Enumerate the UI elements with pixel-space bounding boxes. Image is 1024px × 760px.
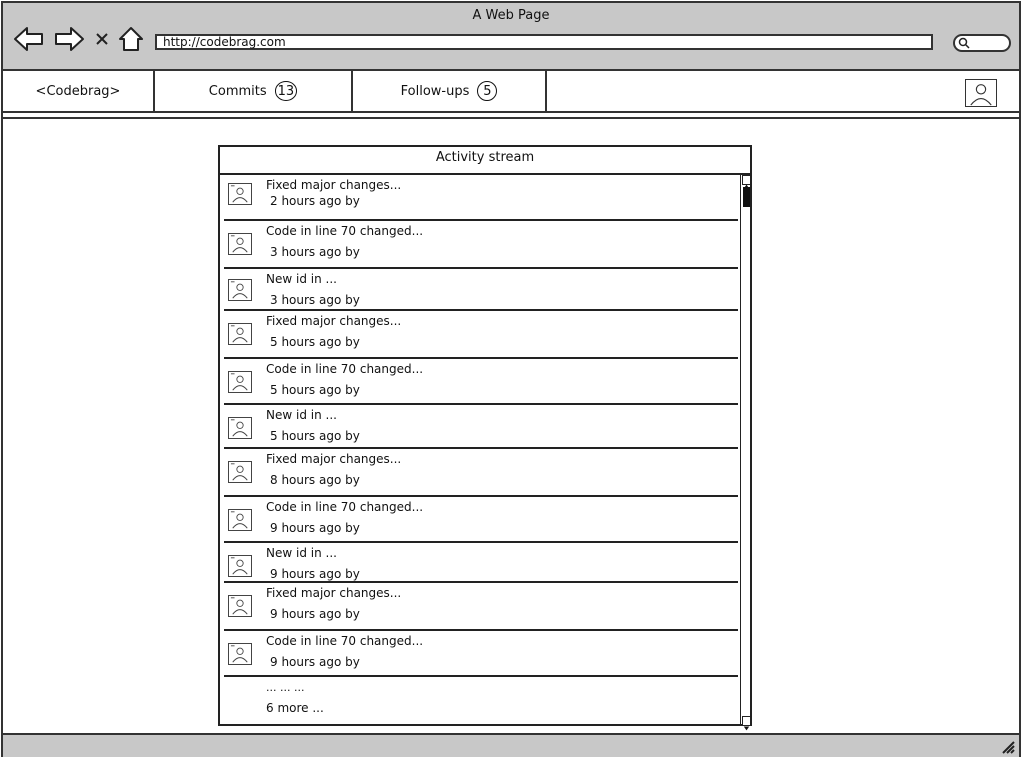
activity-meta: 3 hours ago by — [270, 245, 360, 259]
activity-meta: 2 hours ago by — [270, 194, 360, 208]
commit-author-avatar-icon — [228, 417, 252, 439]
user-avatar-icon — [970, 84, 992, 106]
brand-label: <Codebrag> — [35, 83, 121, 99]
commit-author-avatar-icon — [228, 509, 252, 531]
commit-author-avatar-icon — [228, 461, 252, 483]
activity-meta: 9 hours ago by — [270, 655, 360, 669]
activity-list: Fixed major changes... 2 hours ago by Code… — [224, 175, 738, 724]
commits-label: Commits — [208, 83, 267, 99]
activity-meta: 9 hours ago by — [270, 607, 360, 621]
activity-title: New id in ... — [266, 272, 337, 286]
activity-scrollbar[interactable] — [740, 175, 752, 731]
nav-followups-tab[interactable]: Follow-ups 5 — [353, 71, 547, 111]
activity-meta: 9 hours ago by — [270, 521, 360, 535]
activity-meta: 9 hours ago by — [270, 567, 360, 581]
user-avatar[interactable] — [965, 79, 997, 107]
url-bar[interactable]: http://codebrag.com — [155, 34, 933, 50]
activity-title: New id in ... — [266, 408, 337, 422]
activity-title: Fixed major changes... — [266, 314, 402, 328]
search-icon — [958, 37, 970, 49]
activity-stream-panel: Activity stream Fixed major changes... 2 … — [218, 145, 752, 731]
activity-meta: 5 hours ago by — [270, 429, 360, 443]
nav-commits-tab[interactable]: Commits 13 — [155, 71, 353, 111]
more-label: 6 more ... — [266, 701, 324, 715]
commit-author-avatar-icon — [228, 371, 252, 393]
activity-meta: 3 hours ago by — [270, 293, 360, 307]
activity-item[interactable]: Fixed major changes... 5 hours ago by — [224, 311, 738, 359]
commit-author-avatar-icon — [228, 555, 252, 577]
activity-title: Code in line 70 changed... — [266, 634, 424, 648]
activity-item[interactable]: Fixed major changes... 8 hours ago by — [224, 449, 738, 497]
home-icon[interactable] — [117, 25, 145, 53]
browser-window: A Web Page http://codebrag.com <Codebrag… — [1, 1, 1021, 757]
activity-item[interactable]: Code in line 70 changed... 9 hours ago by — [224, 497, 738, 543]
activity-item[interactable]: New id in ... 3 hours ago by — [224, 269, 738, 311]
nav-brand[interactable]: <Codebrag> — [3, 71, 155, 111]
forward-arrow-icon[interactable] — [53, 25, 85, 53]
resize-grip-icon[interactable] — [999, 738, 1015, 754]
activity-title: Code in line 70 changed... — [266, 362, 424, 376]
browser-search-field[interactable] — [953, 34, 1011, 52]
activity-item[interactable]: Fixed major changes... 2 hours ago by — [224, 175, 738, 221]
activity-title: Code in line 70 changed... — [266, 500, 424, 514]
activity-item[interactable]: New id in ... 9 hours ago by — [224, 543, 738, 583]
back-arrow-icon[interactable] — [13, 25, 45, 53]
scroll-thumb[interactable] — [743, 187, 750, 207]
activity-title: Fixed major changes... — [266, 178, 402, 192]
activity-meta: 5 hours ago by — [270, 383, 360, 397]
activity-item[interactable]: Code in line 70 changed... 9 hours ago by — [224, 631, 738, 677]
more-ellipsis: ... ... ... — [266, 681, 305, 694]
activity-title: Code in line 70 changed... — [266, 224, 424, 238]
scroll-up-button[interactable] — [742, 175, 751, 189]
commit-author-avatar-icon — [228, 279, 252, 301]
activity-item[interactable]: Code in line 70 changed... 5 hours ago by — [224, 359, 738, 405]
activity-title: Fixed major changes... — [266, 452, 402, 466]
activity-stream-title: Activity stream — [220, 147, 750, 175]
more-activities[interactable]: ... ... ... 6 more ... — [224, 677, 738, 723]
activity-meta: 8 hours ago by — [270, 473, 360, 487]
activity-title: New id in ... — [266, 546, 337, 560]
commit-author-avatar-icon — [228, 183, 252, 205]
scroll-down-button[interactable] — [742, 716, 751, 731]
navbar-divider — [3, 117, 1019, 119]
activity-item[interactable]: Fixed major changes... 9 hours ago by — [224, 583, 738, 631]
commits-count-badge: 13 — [274, 81, 298, 101]
browser-titlebar: A Web Page http://codebrag.com — [3, 3, 1019, 71]
commit-author-avatar-icon — [228, 323, 252, 345]
activity-item[interactable]: New id in ... 5 hours ago by — [224, 405, 738, 449]
scroll-down-icon — [743, 726, 750, 731]
activity-item[interactable]: Code in line 70 changed... 3 hours ago by — [224, 221, 738, 269]
followups-label: Follow-ups — [400, 83, 470, 99]
commit-author-avatar-icon — [228, 233, 252, 255]
app-navbar: <Codebrag> Commits 13 Follow-ups 5 — [3, 71, 1019, 113]
browser-statusbar — [3, 733, 1019, 757]
commit-author-avatar-icon — [228, 643, 252, 665]
window-title: A Web Page — [472, 8, 550, 23]
commit-author-avatar-icon — [228, 595, 252, 617]
activity-title: Fixed major changes... — [266, 586, 402, 600]
close-x-icon[interactable] — [93, 25, 111, 53]
followups-count-badge: 5 — [477, 81, 498, 101]
activity-meta: 5 hours ago by — [270, 335, 360, 349]
